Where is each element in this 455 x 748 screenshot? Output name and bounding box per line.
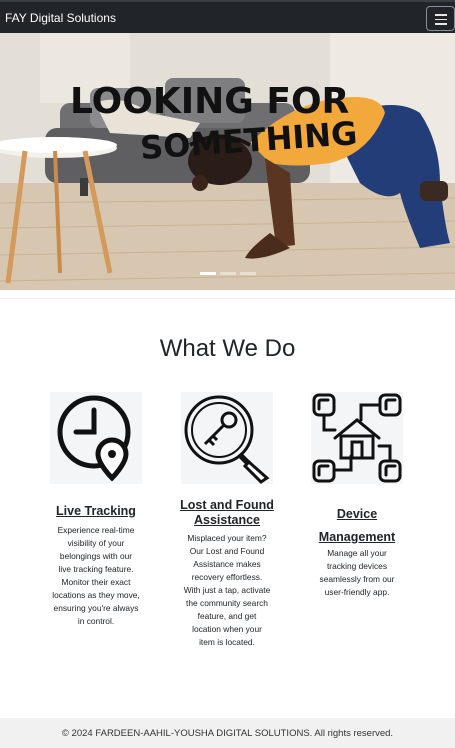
magnifier-key-icon bbox=[184, 395, 270, 484]
section-title: What We Do bbox=[159, 335, 296, 362]
carousel-indicator-2[interactable] bbox=[220, 272, 236, 275]
live-tracking-title[interactable]: Live Tracking bbox=[46, 504, 146, 519]
device-management-image bbox=[311, 392, 403, 484]
carousel-next-button[interactable] bbox=[395, 33, 455, 290]
hero-overlay-text-1: LOOKING FOR bbox=[70, 81, 349, 122]
device-management-title[interactable]: Device Management bbox=[309, 503, 405, 549]
carousel-indicator-3[interactable] bbox=[240, 272, 256, 275]
navbar-toggle-button[interactable] bbox=[426, 6, 455, 31]
section-divider bbox=[0, 298, 455, 299]
hero-slide-image: LOOKING FOR SOMETHING bbox=[0, 33, 455, 290]
carousel-indicator-1[interactable] bbox=[200, 272, 216, 275]
hamburger-menu-icon bbox=[435, 14, 447, 16]
device-management-text: Manage all your tracking devices seamlessl… bbox=[319, 548, 395, 597]
footer: © 2024 FARDEEN-AAHIL-YOUSHA DIGITAL SOLU… bbox=[0, 718, 455, 748]
lost-found-text: Misplaced your item? Our Lost and Found As… bbox=[183, 533, 271, 647]
live-tracking-image bbox=[50, 392, 142, 484]
hero-carousel: LOOKING FOR SOMETHING bbox=[0, 33, 455, 290]
footer-copyright: © 2024 FARDEEN-AAHIL-YOUSHA DIGITAL SOLU… bbox=[61, 728, 394, 739]
lost-found-title[interactable]: Lost and Found Assistance bbox=[170, 498, 284, 528]
lost-found-image bbox=[181, 392, 273, 484]
carousel-prev-button[interactable] bbox=[0, 33, 60, 290]
brand-link[interactable]: FAY Digital Solutions bbox=[5, 11, 116, 25]
house-network-icon bbox=[312, 393, 402, 483]
navbar: FAY Digital Solutions bbox=[0, 0, 455, 33]
live-tracking-text: Experience real-time visibility of your be… bbox=[52, 525, 140, 626]
clock-location-pin-icon bbox=[57, 395, 131, 482]
